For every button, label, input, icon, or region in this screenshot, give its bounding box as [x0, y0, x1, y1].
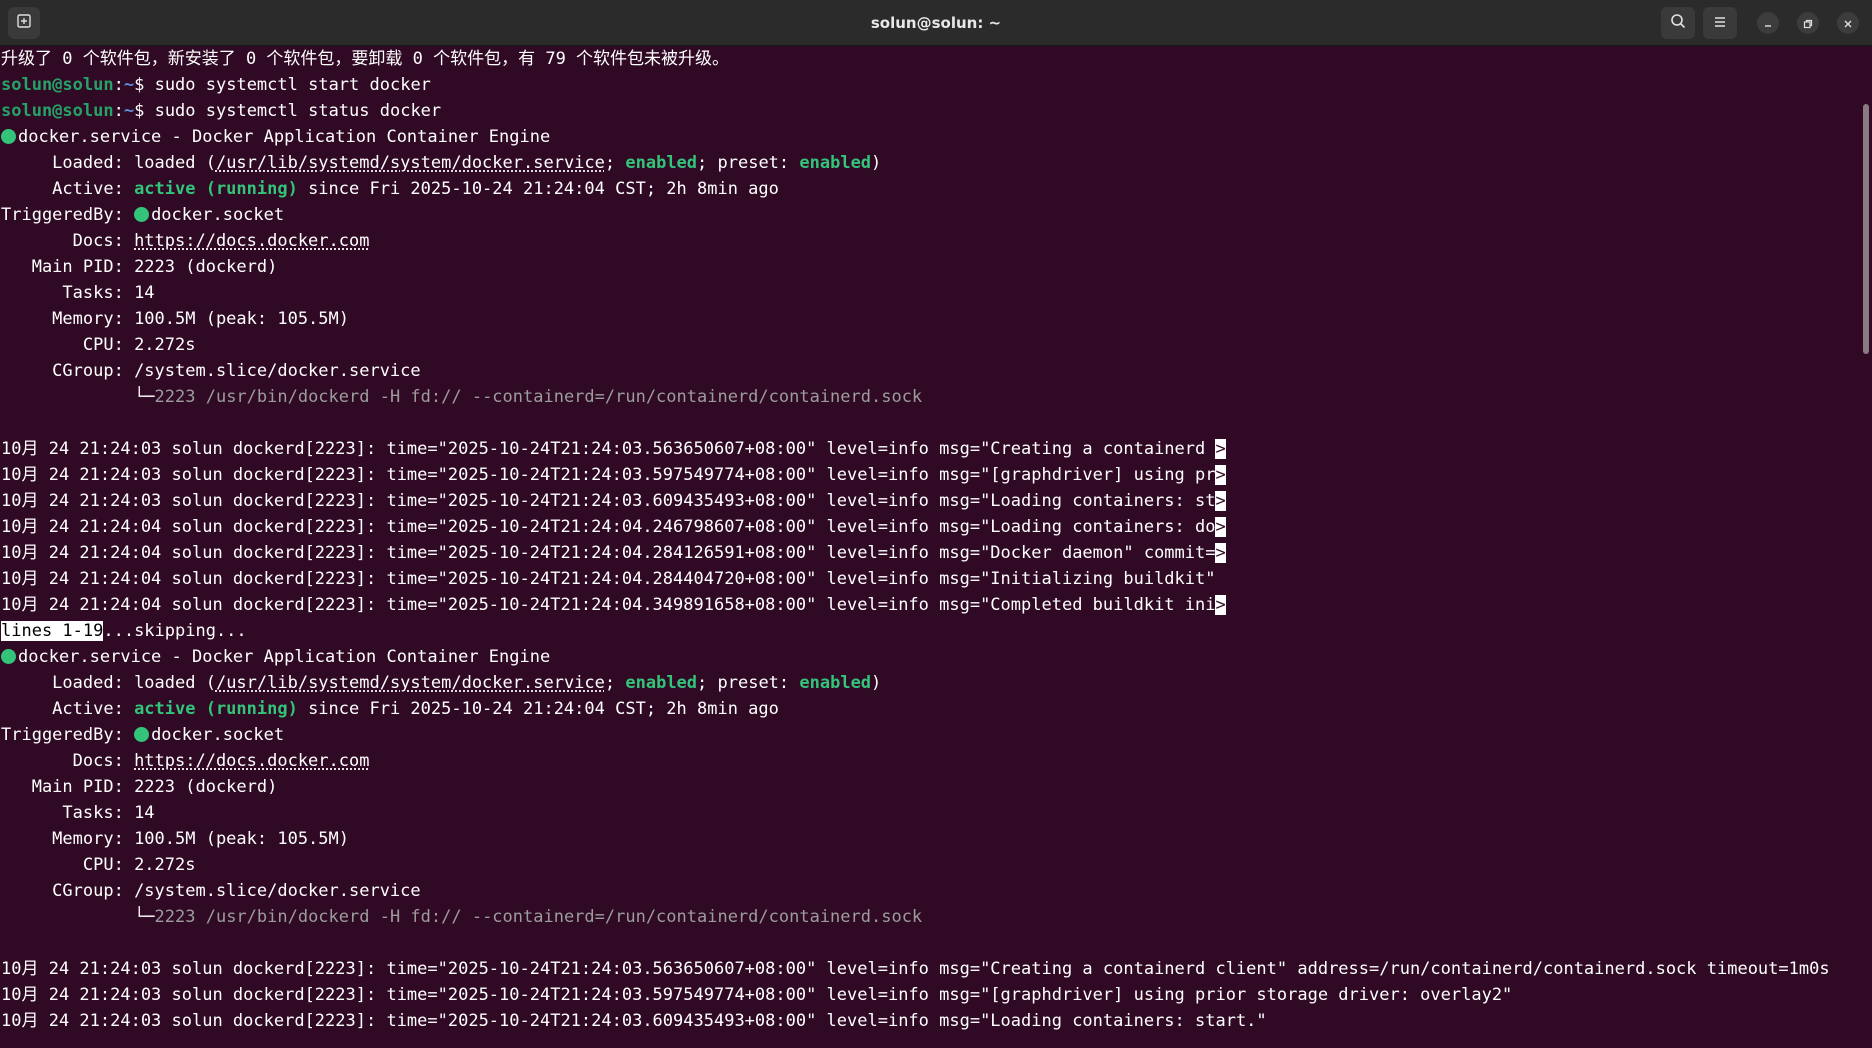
log-line: 10月 24 21:24:04 solun dockerd[2223]: tim… [1, 517, 1226, 537]
log-line: 10月 24 21:24:03 solun dockerd[2223]: tim… [1, 491, 1226, 511]
memory-line: Memory: 100.5M (peak: 105.5M) [1, 829, 349, 849]
triggered-line: TriggeredBy: docker.socket [1, 205, 285, 225]
tasks-line: Tasks: 14 [1, 283, 155, 303]
docs-link[interactable]: https://docs.docker.com [134, 231, 369, 251]
new-tab-button[interactable] [8, 7, 40, 39]
menu-button[interactable] [1703, 7, 1737, 39]
prompt-line: solun@solun:~$ sudo systemctl start dock… [1, 75, 431, 95]
active-line: Active: active (running) since Fri 2025-… [1, 179, 779, 199]
pid-line: Main PID: 2223 (dockerd) [1, 777, 278, 797]
minimize-icon [1763, 14, 1773, 33]
pager-status: lines 1-19 [1, 621, 104, 641]
log-line: 10月 24 21:24:03 solun dockerd[2223]: tim… [1, 465, 1226, 485]
terminal-output[interactable]: 升级了 0 个软件包，新安装了 0 个软件包，要卸载 0 个软件包，有 79 个… [0, 46, 1856, 1048]
cgroup-process-line: └─2223 /usr/bin/dockerd -H fd:// --conta… [134, 907, 923, 927]
docs-line: Docs: https://docs.docker.com [1, 751, 370, 771]
command-text: sudo systemctl status docker [154, 101, 442, 121]
active-line: Active: active (running) since Fri 2025-… [1, 699, 779, 719]
status-dot-icon [1, 129, 16, 144]
status-dot-icon [134, 727, 150, 742]
tasks-line: Tasks: 14 [1, 803, 155, 823]
pid-line: Main PID: 2223 (dockerd) [1, 257, 278, 277]
loaded-line: Loaded: loaded (/usr/lib/systemd/system/… [1, 153, 882, 173]
log-line: 10月 24 21:24:04 solun dockerd[2223]: tim… [1, 543, 1226, 563]
status-dot-icon [134, 207, 150, 222]
truncation-marker: > [1215, 439, 1226, 459]
scrollbar-thumb[interactable] [1863, 104, 1869, 354]
docs-line: Docs: https://docs.docker.com [1, 231, 370, 251]
new-tab-icon [16, 13, 32, 33]
truncation-marker: > [1215, 543, 1226, 563]
cpu-line: CPU: 2.272s [1, 335, 196, 355]
log-line: 10月 24 21:24:03 solun dockerd[2223]: tim… [1, 959, 1830, 979]
search-icon [1670, 13, 1686, 33]
close-button[interactable] [1837, 12, 1859, 34]
status-dot-icon [1, 649, 16, 664]
truncation-marker: > [1215, 491, 1226, 511]
cgroup-line: CGroup: /system.slice/docker.service [1, 361, 421, 381]
prompt-line: solun@solun:~$ sudo systemctl status doc… [1, 101, 442, 121]
minimize-button[interactable] [1757, 12, 1779, 34]
title-bar: solun@solun: ~ [0, 0, 1872, 46]
restore-icon [1803, 14, 1813, 33]
service-header: docker.service - Docker Application Cont… [0, 644, 1856, 670]
cgroup-line: CGroup: /system.slice/docker.service [1, 881, 421, 901]
log-line: 10月 24 21:24:03 solun dockerd[2223]: tim… [1, 985, 1513, 1005]
docs-link[interactable]: https://docs.docker.com [134, 751, 369, 771]
search-button[interactable] [1661, 7, 1695, 39]
cpu-line: CPU: 2.272s [1, 855, 196, 875]
log-line: 10月 24 21:24:04 solun dockerd[2223]: tim… [1, 595, 1226, 615]
triggered-line: TriggeredBy: docker.socket [1, 725, 285, 745]
service-header: docker.service - Docker Application Cont… [0, 124, 1856, 150]
command-text: sudo systemctl start docker [154, 75, 431, 95]
hamburger-menu-icon [1713, 14, 1727, 33]
memory-line: Memory: 100.5M (peak: 105.5M) [1, 309, 349, 329]
loaded-line: Loaded: loaded (/usr/lib/systemd/system/… [1, 673, 882, 693]
truncation-marker: > [1215, 517, 1226, 537]
truncation-marker: > [1215, 595, 1226, 615]
log-line: 10月 24 21:24:03 solun dockerd[2223]: tim… [1, 439, 1226, 459]
window-title: solun@solun: ~ [870, 14, 1002, 32]
pager-status-line: lines 1-19...skipping... [1, 621, 247, 641]
log-line: 10月 24 21:24:03 solun dockerd[2223]: tim… [1, 1011, 1267, 1031]
close-icon [1843, 14, 1853, 33]
truncation-marker: > [1215, 465, 1226, 485]
upgrade-message: 升级了 0 个软件包，新安装了 0 个软件包，要卸载 0 个软件包，有 79 个… [1, 49, 730, 69]
cgroup-process-line: └─2223 /usr/bin/dockerd -H fd:// --conta… [134, 387, 923, 407]
log-line: 10月 24 21:24:04 solun dockerd[2223]: tim… [1, 569, 1216, 589]
maximize-button[interactable] [1797, 12, 1819, 34]
